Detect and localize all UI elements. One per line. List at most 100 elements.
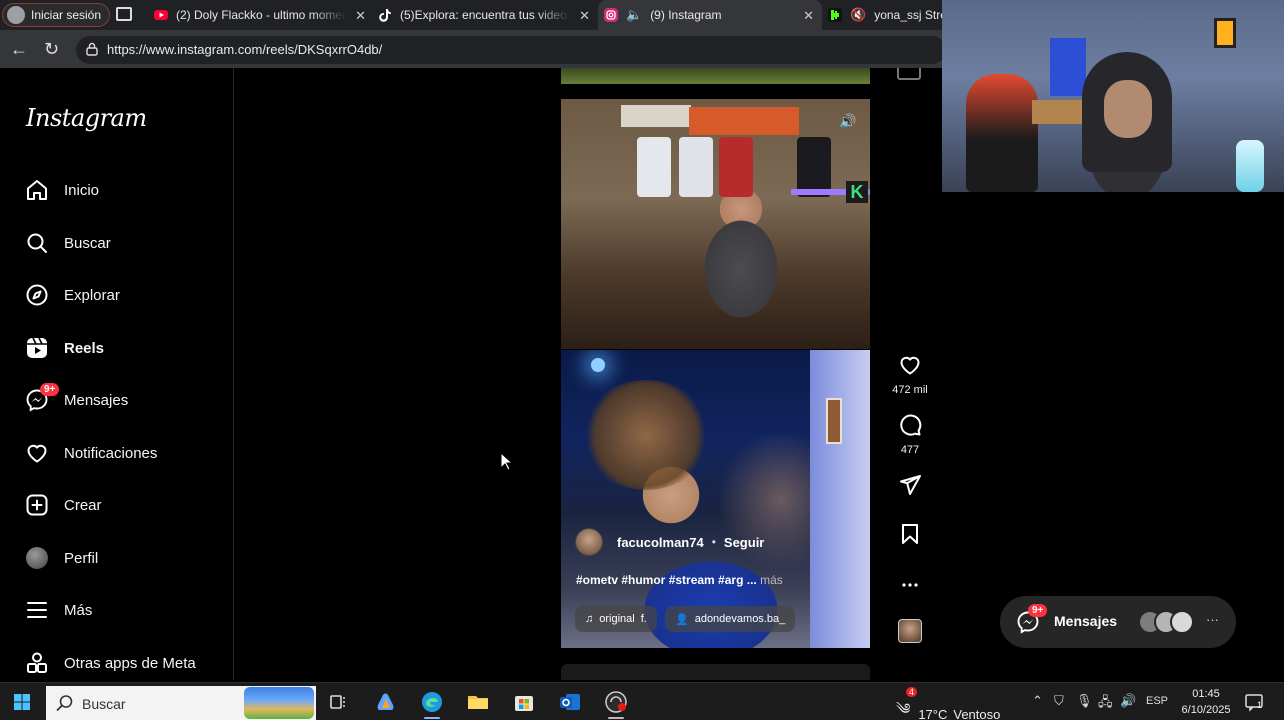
sidebar-item-mas[interactable]: Más (24, 595, 92, 625)
chevron-up-icon[interactable]: ⌃ (1032, 693, 1043, 709)
comment-count: 477 (900, 444, 920, 456)
speaker-icon[interactable]: 🔈 (626, 7, 642, 23)
sidebar-item-label: Mensajes (64, 391, 129, 409)
file-explorer-icon[interactable] (466, 690, 490, 714)
audio-thumbnail[interactable] (898, 619, 922, 643)
notification-center-icon[interactable]: 1 (1244, 692, 1264, 712)
save-button[interactable] (890, 522, 930, 551)
tagged-user-chip[interactable]: 👤 adondevamos.ba_ (665, 606, 796, 632)
close-tab-icon[interactable]: ✕ (579, 8, 590, 24)
windows-taskbar: Buscar ༄ 4 17°C Ventoso ⌃ ⛉ 🎙 🖧 🔊 ESP 01:… (0, 682, 1284, 720)
separator: • (711, 535, 716, 549)
plus-square-icon (24, 492, 50, 518)
sidebar-item-label: Buscar (64, 234, 111, 252)
sidebar-item-perfil[interactable]: Perfil (24, 543, 98, 573)
notification-count: 1 (1257, 700, 1263, 710)
search-placeholder: Buscar (82, 696, 126, 712)
sidebar-item-label: Reels (64, 339, 105, 357)
audio-suffix: f. (640, 613, 647, 625)
weather-text: Ventoso (953, 706, 1001, 720)
reel-video[interactable]: facucolman74 • Seguir #ometv #humor #str… (561, 350, 870, 648)
windows-start-icon[interactable] (14, 694, 30, 710)
profile-button[interactable]: Iniciar sesión (2, 3, 111, 27)
instagram-logo[interactable]: Instagram (26, 104, 147, 132)
bookmark-icon (902, 524, 918, 544)
sidebar-item-inicio[interactable]: Inicio (24, 175, 99, 205)
audio-icon[interactable] (897, 68, 921, 80)
follow-button[interactable]: Seguir (724, 535, 764, 550)
sidebar: Instagram Inicio Buscar Explorar Reels 9… (4, 68, 234, 680)
sidebar-item-explorar[interactable]: Explorar (24, 280, 120, 310)
avatar (24, 545, 50, 571)
language-indicator[interactable]: ESP (1146, 695, 1168, 707)
search-highlight-image (244, 687, 314, 719)
tab-youtube[interactable]: (2) Doly Flackko - ultimo momento ✕ (154, 0, 366, 30)
sidebar-item-crear[interactable]: Crear (24, 490, 102, 520)
heart-icon (900, 356, 920, 375)
taskbar-search[interactable]: Buscar (46, 686, 316, 720)
tab-kick[interactable]: 🔇 yona_ssj Stream (828, 0, 942, 30)
home-icon (24, 177, 50, 203)
address-bar[interactable]: https://www.instagram.com/reels/DKSqxrrO… (76, 36, 946, 64)
close-tab-icon[interactable]: ✕ (803, 8, 814, 24)
unread-badge: 9+ (1028, 604, 1048, 617)
copilot-icon[interactable] (374, 690, 398, 714)
outlook-icon[interactable] (558, 690, 582, 714)
more-horizontal-icon: ··· (1206, 612, 1219, 627)
reel-username[interactable]: facucolman74 (617, 535, 704, 550)
mouse-cursor-icon (500, 452, 514, 471)
wind-icon: ༄ 4 (896, 687, 918, 720)
send-icon (900, 475, 921, 495)
sidebar-item-reels[interactable]: Reels (24, 333, 104, 363)
sidebar-item-label: Notificaciones (64, 444, 158, 462)
close-tab-icon[interactable]: ✕ (355, 8, 366, 24)
kick-icon (828, 8, 842, 22)
next-reel[interactable] (561, 664, 870, 680)
security-icon[interactable]: ⛉ (1054, 693, 1064, 709)
microsoft-store-icon[interactable] (512, 690, 536, 714)
person-icon: 👤 (675, 613, 689, 626)
sidebar-item-buscar[interactable]: Buscar (24, 228, 111, 258)
task-view-icon[interactable] (326, 690, 350, 714)
volume-icon[interactable]: 🔊 (1120, 693, 1136, 709)
avatar[interactable] (575, 528, 603, 556)
network-icon[interactable]: 🖧 (1098, 693, 1113, 715)
tab-tiktok[interactable]: (5)Explora: encuentra tus videos favorit… (378, 0, 590, 30)
tab-title: (9) Instagram (650, 8, 722, 22)
messages-button[interactable]: 9+ Mensajes ··· (1000, 596, 1236, 648)
more-horizontal-icon (902, 583, 918, 587)
comment-button[interactable]: 477 (890, 413, 930, 456)
like-button[interactable]: 472 mil (890, 353, 930, 396)
reel-caption[interactable]: #ometv #humor #stream #arg ... más (576, 573, 783, 587)
reel-video-top[interactable]: K 🔊 (561, 99, 870, 349)
instagram-icon (604, 8, 618, 22)
sidebar-item-notificaciones[interactable]: Notificaciones (24, 438, 157, 468)
reload-icon[interactable]: ↻ (44, 39, 59, 59)
sidebar-item-label: Inicio (64, 181, 100, 199)
audio-chip[interactable]: ♫ original f. (575, 606, 657, 632)
weather-widget[interactable]: ༄ 4 17°C Ventoso (896, 687, 1001, 720)
youtube-icon (154, 10, 168, 20)
caption-more-link[interactable]: más (760, 573, 783, 587)
tab-title: (2) Doly Flackko - ultimo momento (176, 8, 346, 22)
sidebar-item-otras-apps[interactable]: Otras apps de Meta (24, 648, 196, 678)
share-button[interactable] (890, 473, 930, 502)
clock[interactable]: 01:45 6/10/2025 (1176, 686, 1236, 718)
recording-app-icon[interactable] (604, 690, 628, 714)
temperature: 17°C (918, 706, 948, 720)
previous-reel[interactable] (561, 68, 870, 84)
more-options-button[interactable] (890, 573, 930, 602)
volume-icon[interactable]: 🔊 (838, 113, 858, 133)
edge-browser-icon[interactable] (420, 690, 444, 714)
tab-instagram[interactable]: 🔈 (9) Instagram ✕ (598, 0, 822, 30)
sidebar-item-mensajes[interactable]: 9+ Mensajes (24, 383, 129, 415)
music-note-icon: ♫ (585, 613, 594, 625)
mute-icon[interactable]: 🔇 (850, 7, 866, 23)
microphone-icon[interactable]: 🎙 (1076, 693, 1093, 709)
tab-actions-icon[interactable] (116, 7, 132, 21)
tiktok-icon (379, 9, 391, 22)
sidebar-item-label: Crear (64, 496, 102, 514)
site-info-icon[interactable] (86, 42, 98, 56)
unread-badge: 9+ (40, 383, 60, 396)
back-arrow-icon[interactable]: ← (10, 39, 28, 59)
